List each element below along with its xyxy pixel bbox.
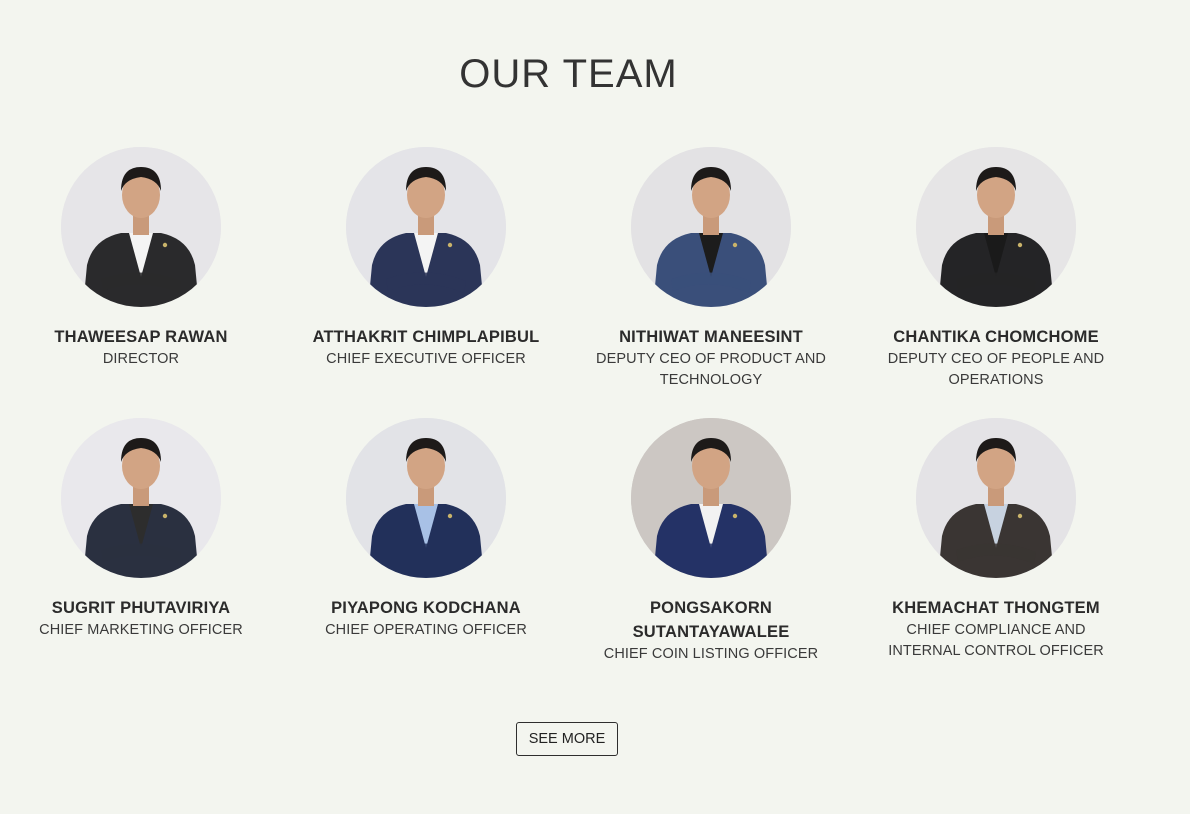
portrait-pin xyxy=(732,513,738,519)
portrait-illustration xyxy=(631,147,791,307)
portrait-illustration xyxy=(346,418,506,578)
member-role: CHIEF COMPLIANCE AND INTERNAL CONTROL OF… xyxy=(888,622,1104,659)
member-role: DEPUTY CEO OF PRODUCT AND TECHNOLOGY xyxy=(596,351,826,388)
member-name: PONGSAKORN SUTANTAYAWALEE xyxy=(632,599,790,641)
see-more-button[interactable]: SEE MORE xyxy=(516,722,618,756)
team-member-card: KHEMACHAT THONGTEM CHIEF COMPLIANCE AND … xyxy=(871,418,1121,662)
avatar xyxy=(61,418,221,578)
team-grid: THAWEESAP RAWAN DIRECTOR ATTHAKRIT CHIMP… xyxy=(0,0,1190,814)
portrait-pin xyxy=(162,513,168,519)
portrait-pin xyxy=(162,242,168,248)
portrait-illustration xyxy=(61,147,221,307)
portrait-pin xyxy=(447,242,453,248)
avatar xyxy=(631,147,791,307)
member-role: DIRECTOR xyxy=(102,351,180,367)
avatar xyxy=(346,147,506,307)
avatar xyxy=(631,418,791,578)
portrait-pin xyxy=(1017,242,1023,248)
portrait-illustration xyxy=(916,418,1076,578)
member-name: KHEMACHAT THONGTEM xyxy=(892,599,1100,617)
member-role: CHIEF EXECUTIVE OFFICER xyxy=(326,351,526,367)
member-name: SUGRIT PHUTAVIRIYA xyxy=(51,599,231,617)
avatar xyxy=(346,418,506,578)
team-member-card: PONGSAKORN SUTANTAYAWALEE CHIEF COIN LIS… xyxy=(586,418,836,665)
portrait-illustration xyxy=(346,147,506,307)
avatar xyxy=(61,147,221,307)
member-role: CHIEF COIN LISTING OFFICER xyxy=(603,646,819,662)
member-name: THAWEESAP RAWAN xyxy=(54,328,228,346)
team-member-card: THAWEESAP RAWAN DIRECTOR xyxy=(16,147,266,370)
team-member-card: CHANTIKA CHOMCHOME DEPUTY CEO OF PEOPLE … xyxy=(871,147,1121,391)
avatar xyxy=(916,418,1076,578)
portrait-pin xyxy=(447,513,453,519)
team-member-card: PIYAPONG KODCHANA CHIEF OPERATING OFFICE… xyxy=(301,418,551,641)
team-member-card: SUGRIT PHUTAVIRIYA CHIEF MARKETING OFFIC… xyxy=(16,418,266,641)
member-role: CHIEF OPERATING OFFICER xyxy=(325,622,527,638)
member-name: CHANTIKA CHOMCHOME xyxy=(893,328,1099,346)
team-member-card: NITHIWAT MANEESINT DEPUTY CEO OF PRODUCT… xyxy=(586,147,836,391)
member-role: CHIEF MARKETING OFFICER xyxy=(39,622,243,638)
portrait-pin xyxy=(1017,513,1023,519)
team-member-card: ATTHAKRIT CHIMPLAPIBUL CHIEF EXECUTIVE O… xyxy=(301,147,551,370)
avatar xyxy=(916,147,1076,307)
member-role: DEPUTY CEO OF PEOPLE AND OPERATIONS xyxy=(887,351,1105,388)
member-name: NITHIWAT MANEESINT xyxy=(619,328,803,346)
portrait-pin xyxy=(732,242,738,248)
member-name: ATTHAKRIT CHIMPLAPIBUL xyxy=(312,328,540,346)
member-name: PIYAPONG KODCHANA xyxy=(331,599,521,617)
portrait-illustration xyxy=(61,418,221,578)
portrait-illustration xyxy=(631,418,791,578)
portrait-illustration xyxy=(916,147,1076,307)
